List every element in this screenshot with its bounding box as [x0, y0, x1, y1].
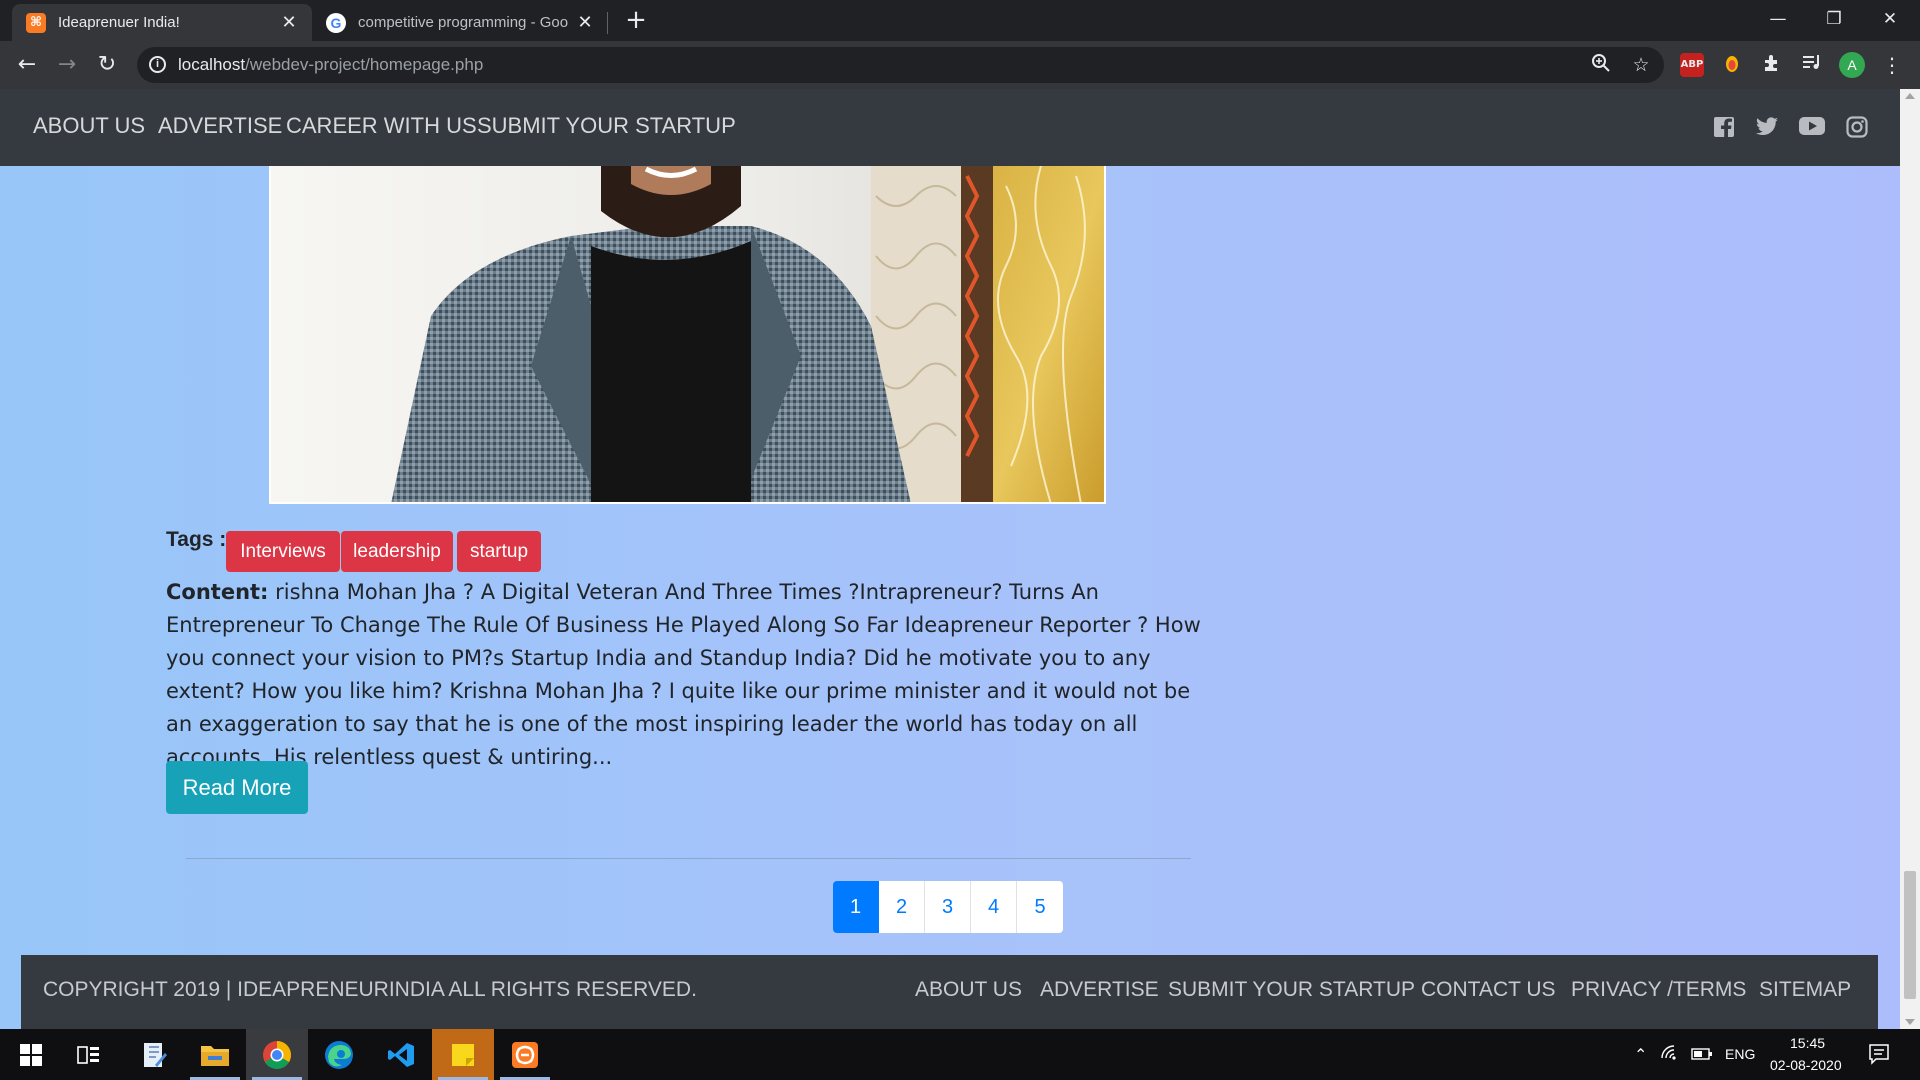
forward-arrow-icon[interactable]: →: [51, 49, 83, 81]
browser-tab-ideaprenuer[interactable]: ⌘ Ideaprenuer India! ✕: [12, 4, 312, 41]
page-link-3[interactable]: 3: [925, 881, 971, 933]
content-label: Content:: [166, 580, 269, 604]
google-favicon-icon: G: [326, 12, 346, 33]
tray-chevron-icon[interactable]: ⌃: [1634, 1045, 1647, 1065]
windows-start-icon[interactable]: [0, 1029, 62, 1080]
footer-link-sitemap[interactable]: SITEMAP: [1759, 978, 1851, 1002]
copyright-text: COPYRIGHT 2019 | IDEAPRENEURINDIA ALL RI…: [43, 978, 697, 1001]
clock-date[interactable]: 02-08-2020: [1770, 1057, 1842, 1073]
zoom-icon[interactable]: [1589, 53, 1613, 77]
content-text: rishna Mohan Jha ? A Digital Veteran And…: [166, 580, 1201, 769]
pagination: 1 2 3 4 5: [833, 881, 1063, 933]
site-info-icon[interactable]: i: [149, 56, 166, 73]
tab-title: Ideaprenuer India!: [58, 14, 180, 31]
extension-icon[interactable]: [1720, 53, 1744, 77]
site-footer: COPYRIGHT 2019 | IDEAPRENEURINDIA ALL RI…: [21, 955, 1878, 1029]
language-indicator[interactable]: ENG: [1725, 1046, 1755, 1062]
new-tab-button[interactable]: +: [622, 4, 650, 36]
footer-link-privacy-terms[interactable]: PRIVACY /TERMS: [1571, 978, 1746, 1002]
close-window-icon[interactable]: ✕: [1862, 0, 1918, 40]
windows-taskbar: ⌃ ENG 15:45 02-08-2020: [0, 1029, 1920, 1080]
page-link-5[interactable]: 5: [1017, 881, 1063, 933]
sticky-notes-app-icon[interactable]: [432, 1029, 494, 1080]
url-path: /webdev-project/homepage.php: [245, 55, 484, 74]
footer-link-contact-us[interactable]: CONTACT US: [1421, 978, 1556, 1002]
article-photo: [269, 166, 1106, 504]
bookmark-star-icon[interactable]: ☆: [1629, 53, 1653, 77]
tab-separator: [607, 12, 608, 34]
vscode-app-icon[interactable]: [370, 1029, 432, 1080]
person-photo-image: [271, 166, 1104, 502]
browser-tab-strip: ⌘ Ideaprenuer India! ✕ G competitive pro…: [0, 0, 1920, 41]
reload-icon[interactable]: ↻: [91, 49, 123, 81]
browser-tab-google[interactable]: G competitive programming - Goo ✕: [312, 4, 608, 41]
restore-icon[interactable]: ❐: [1806, 0, 1862, 40]
browser-toolbar: ← → ↻ i localhost/webdev-project/homepag…: [0, 41, 1920, 89]
tab-title: competitive programming - Goo: [358, 14, 568, 31]
file-explorer-icon[interactable]: [184, 1029, 246, 1080]
nav-link-submit-startup[interactable]: SUBMIT YOUR STARTUP: [477, 113, 736, 139]
xampp-favicon-icon: ⌘: [26, 12, 46, 33]
tag-leadership[interactable]: leadership: [341, 531, 453, 572]
instagram-icon[interactable]: [1846, 116, 1870, 140]
notifications-icon[interactable]: [1868, 1043, 1890, 1069]
post-content: Content: rishna Mohan Jha ? A Digital Ve…: [166, 576, 1216, 774]
edge-app-icon[interactable]: [308, 1029, 370, 1080]
youtube-icon[interactable]: [1799, 116, 1825, 140]
adblock-extension-icon[interactable]: ABP: [1680, 53, 1704, 77]
twitter-icon[interactable]: [1755, 116, 1779, 140]
minimize-icon[interactable]: —: [1750, 0, 1806, 40]
footer-link-advertise[interactable]: ADVERTISE: [1040, 978, 1159, 1002]
extensions-puzzle-icon[interactable]: [1760, 53, 1784, 77]
read-more-button[interactable]: Read More: [166, 761, 308, 814]
url-host: localhost: [178, 55, 246, 74]
site-navbar: ABOUT US ADVERTISE CAREER WITH US SUBMIT…: [0, 89, 1900, 166]
nav-link-about-us[interactable]: ABOUT US: [33, 113, 145, 139]
task-view-icon[interactable]: [58, 1029, 120, 1080]
tag-interviews[interactable]: Interviews: [226, 531, 340, 572]
chrome-app-icon[interactable]: [246, 1029, 308, 1080]
footer-link-about-us[interactable]: ABOUT US: [915, 978, 1022, 1002]
page-scrollbar[interactable]: [1900, 89, 1920, 1029]
facebook-icon[interactable]: [1713, 116, 1737, 140]
page-link-1[interactable]: 1: [833, 881, 879, 933]
tag-startup[interactable]: startup: [457, 531, 541, 572]
battery-icon[interactable]: [1691, 1046, 1713, 1065]
close-tab-icon[interactable]: ✕: [280, 12, 298, 33]
footer-link-submit-startup[interactable]: SUBMIT YOUR STARTUP: [1168, 978, 1415, 1002]
close-tab-icon[interactable]: ✕: [576, 12, 594, 33]
page-link-4[interactable]: 4: [971, 881, 1017, 933]
tags-label: Tags :: [166, 528, 227, 551]
media-control-icon[interactable]: [1800, 53, 1824, 77]
page-viewport: ABOUT US ADVERTISE CAREER WITH US SUBMIT…: [0, 89, 1920, 1029]
wifi-icon[interactable]: [1660, 1044, 1680, 1066]
nav-link-career[interactable]: CAREER WITH US: [286, 113, 477, 139]
xampp-app-icon[interactable]: [494, 1029, 556, 1080]
profile-avatar[interactable]: A: [1839, 52, 1865, 78]
scroll-up-arrow-icon[interactable]: [1905, 93, 1915, 99]
scroll-down-arrow-icon[interactable]: [1905, 1019, 1915, 1025]
url-text[interactable]: localhost/webdev-project/homepage.php: [178, 55, 483, 75]
notepad-app-icon[interactable]: [123, 1029, 185, 1080]
clock-time[interactable]: 15:45: [1790, 1035, 1825, 1051]
back-arrow-icon[interactable]: ←: [11, 49, 43, 81]
nav-link-advertise[interactable]: ADVERTISE: [158, 113, 282, 139]
browser-menu-icon[interactable]: ⋮: [1880, 53, 1904, 77]
section-divider: [186, 858, 1191, 859]
address-bar[interactable]: i localhost/webdev-project/homepage.php …: [137, 47, 1664, 83]
page-link-2[interactable]: 2: [879, 881, 925, 933]
scrollbar-thumb[interactable]: [1904, 871, 1916, 999]
